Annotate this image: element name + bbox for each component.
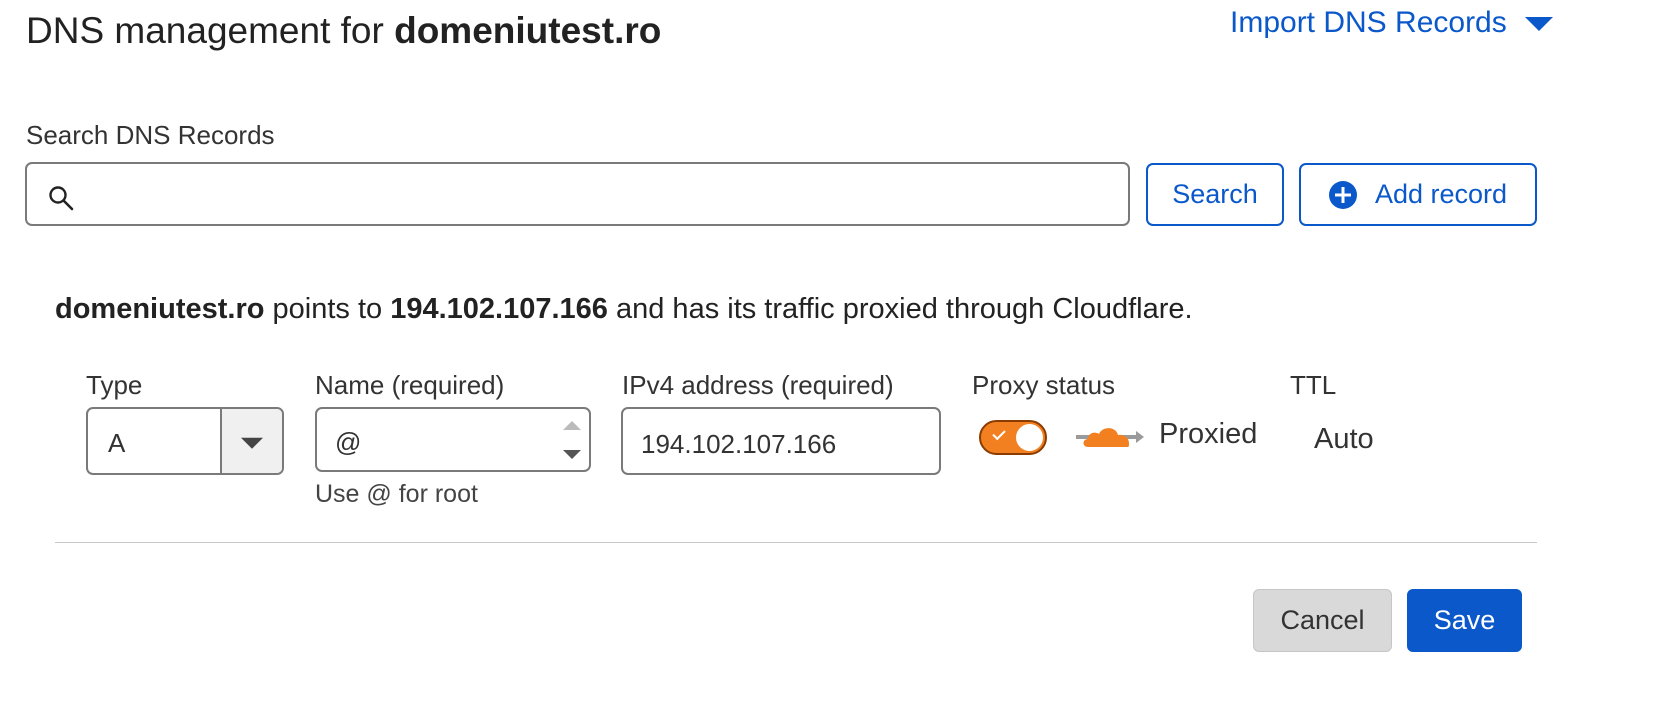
ipv4-label: IPv4 address (required)	[622, 370, 894, 400]
spin-up-icon[interactable]	[563, 421, 581, 430]
page-title-prefix: DNS management for	[26, 10, 395, 51]
summary-points-to: points to	[264, 293, 391, 325]
name-field[interactable]: @	[315, 407, 591, 472]
toggle-knob	[1016, 424, 1043, 451]
name-help-text: Use @ for root	[315, 480, 478, 508]
proxy-toggle[interactable]	[979, 420, 1047, 455]
page-title: DNS management for domeniutest.ro	[26, 10, 661, 52]
cancel-button[interactable]: Cancel	[1253, 589, 1392, 652]
summary-domain: domeniutest.ro	[55, 293, 265, 325]
cancel-button-label: Cancel	[1280, 605, 1365, 635]
ttl-label: TTL	[1290, 370, 1337, 400]
search-button-label: Search	[1172, 179, 1258, 209]
ipv4-field[interactable]: 194.102.107.166	[621, 407, 941, 475]
save-button[interactable]: Save	[1407, 589, 1522, 652]
search-box[interactable]	[25, 162, 1130, 226]
summary-ip: 194.102.107.166	[390, 293, 608, 325]
ipv4-field-value: 194.102.107.166	[641, 429, 837, 459]
cloud-proxy-icon	[1076, 428, 1144, 447]
page-title-domain: domeniutest.ro	[394, 10, 662, 51]
save-button-label: Save	[1433, 605, 1496, 635]
check-icon	[992, 426, 1006, 441]
add-record-label: Add record	[1374, 179, 1508, 209]
type-label: Type	[86, 370, 143, 400]
add-record-button[interactable]: Add record	[1299, 163, 1537, 226]
search-input[interactable]	[97, 172, 1107, 216]
chevron-down-icon	[220, 409, 282, 473]
plus-circle-icon	[1328, 180, 1357, 209]
record-summary: domeniutest.ro points to 194.102.107.166…	[55, 293, 1193, 326]
type-select[interactable]: A	[86, 407, 284, 475]
divider	[55, 542, 1537, 543]
search-icon	[49, 186, 74, 211]
import-dns-records-label: Import DNS Records	[1230, 6, 1507, 39]
caret-down-icon	[1524, 17, 1553, 31]
proxy-status-label: Proxy status	[972, 370, 1116, 400]
name-spinner[interactable]	[555, 409, 589, 470]
import-dns-records-link[interactable]: Import DNS Records	[1230, 6, 1553, 40]
name-label: Name (required)	[315, 370, 505, 400]
type-select-value: A	[108, 428, 126, 458]
search-button[interactable]: Search	[1146, 163, 1284, 226]
dns-management-page: DNS management for domeniutest.ro Import…	[0, 0, 1656, 710]
ttl-value: Auto	[1314, 423, 1374, 455]
search-label: Search DNS Records	[26, 120, 275, 150]
name-field-value: @	[335, 427, 362, 457]
proxy-status-value: Proxied	[1159, 418, 1258, 450]
summary-suffix: and has its traffic proxied through Clou…	[607, 293, 1193, 325]
spin-down-icon[interactable]	[563, 450, 581, 459]
